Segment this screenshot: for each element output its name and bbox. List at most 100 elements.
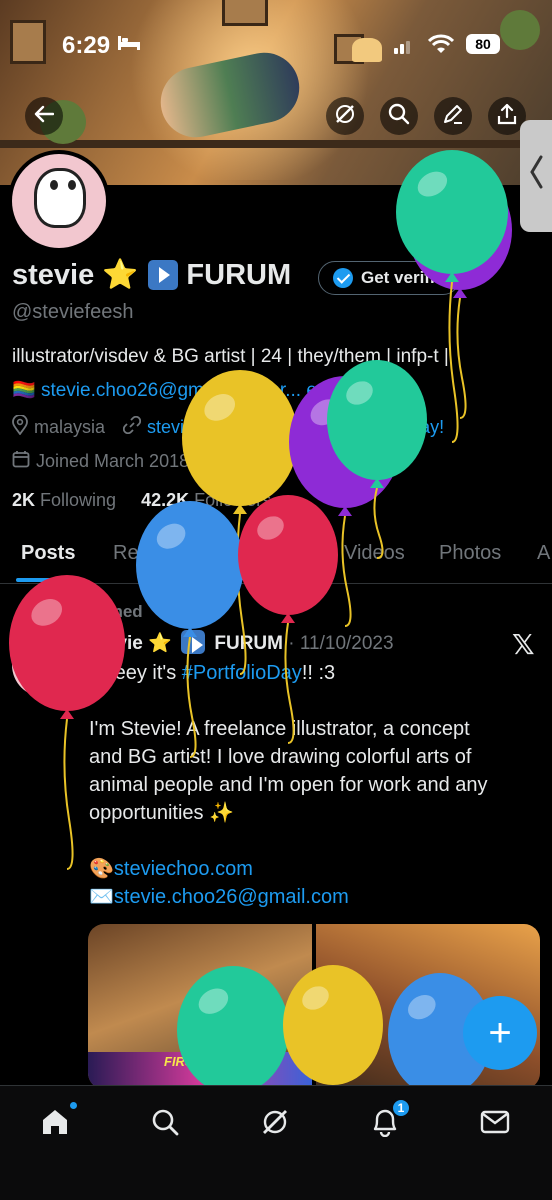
- pinned-text: Pinned: [86, 602, 143, 621]
- notification-badge: 1: [391, 1098, 411, 1118]
- battery-indicator: 80: [466, 34, 500, 54]
- plus-icon: +: [488, 1010, 512, 1055]
- profile-joined: Joined March 2018: [36, 451, 190, 471]
- tab-videos[interactable]: Videos: [344, 542, 405, 565]
- bottom-navigation: [0, 1085, 552, 1200]
- play-badge-icon: [181, 630, 206, 654]
- search-icon: [388, 103, 410, 130]
- grok-icon: [260, 1107, 290, 1142]
- post-text-line: Heeey it's #PortfolioDay!! :3: [89, 659, 335, 687]
- home-unread-dot: [70, 1102, 77, 1109]
- followers-label: Followers: [194, 490, 272, 510]
- following-label: Following: [40, 490, 117, 510]
- cellular-signal-icon: [394, 38, 414, 54]
- tab-replies[interactable]: Replies: [113, 542, 180, 565]
- pinned-label: Pinned: [60, 602, 143, 622]
- grok-button[interactable]: [326, 97, 364, 135]
- post-author-suffix[interactable]: FURUM: [214, 633, 283, 654]
- rainbow-flag-emoji: 🏳️‍🌈: [12, 380, 36, 401]
- post-image-title: FIRST BULLET: [164, 1054, 257, 1069]
- status-time: 6:29: [62, 32, 111, 59]
- post-author-name[interactable]: stevie ⭐: [89, 633, 172, 654]
- avatar-eye: [68, 180, 76, 190]
- back-button[interactable]: [25, 97, 63, 135]
- nav-messages[interactable]: [475, 1104, 515, 1144]
- edit-button[interactable]: [434, 97, 472, 135]
- followers-link[interactable]: 42.2K Followers: [141, 490, 271, 510]
- balloon: [396, 150, 508, 443]
- tab-highlights[interactable]: Highlights: [213, 542, 301, 565]
- home-icon: [40, 1107, 70, 1142]
- tab-articles[interactable]: A: [537, 542, 550, 565]
- avatar-image: [12, 154, 106, 248]
- post-media-grid[interactable]: FIRST BULLET: [88, 924, 540, 1089]
- edit-icon: [442, 103, 464, 130]
- banner-shelf: [0, 140, 552, 148]
- nav-search[interactable]: [145, 1104, 185, 1144]
- back-arrow-icon: [34, 105, 55, 128]
- share-icon: [496, 103, 518, 130]
- tab-posts[interactable]: Posts: [21, 542, 75, 565]
- envelope-emoji: ✉️: [89, 886, 114, 908]
- balloon: [289, 376, 401, 627]
- calendar-icon: [12, 450, 30, 473]
- avatar-eye: [50, 180, 58, 190]
- hashtag-link[interactable]: #PortfolioDay: [182, 662, 302, 684]
- followers-count: 42.2K: [141, 490, 190, 510]
- post-email-line: ✉️stevie.choo26@gmail.com: [89, 883, 349, 911]
- profile-handle: @steviefeesh: [12, 301, 134, 323]
- post-text-fragment: !! :3: [301, 662, 336, 684]
- search-button[interactable]: [380, 97, 418, 135]
- profile-website-link[interactable]: steviefeesh.carrd.co: [147, 417, 308, 438]
- bio-mention-link[interactable]: pr... eepystevie: [269, 380, 397, 401]
- get-verified-button[interactable]: Get verified: [318, 261, 460, 295]
- post-body-line: and BG artist! I love drawing colorful a…: [89, 746, 472, 768]
- nav-home[interactable]: [35, 1104, 75, 1144]
- search-icon: [151, 1108, 179, 1141]
- follow-counts: 2K Following 42.2K Followers: [12, 490, 271, 511]
- post-header: stevie ⭐ FURUM · 11/10/2023: [89, 630, 394, 655]
- post-body-line: I'm Stevie! A freelance illustrator, a c…: [89, 718, 470, 740]
- verified-check-icon: [333, 268, 353, 288]
- following-count: 2K: [12, 490, 36, 510]
- nav-grok[interactable]: [255, 1104, 295, 1144]
- pin-icon: [60, 604, 72, 618]
- tab-photos[interactable]: Photos: [439, 542, 501, 565]
- bio-line-1: illustrator/visdev & BG artist | 24 | th…: [12, 346, 449, 367]
- profile-name: stevie ⭐: [12, 259, 139, 291]
- profile-location: malaysia: [34, 417, 106, 437]
- bio-email-link[interactable]: stevie.choo26@gmail.com: [41, 380, 264, 401]
- chevron-left-icon: [529, 155, 543, 197]
- post-body-line: animal people and I'm open for work and …: [89, 774, 488, 796]
- link-icon: [122, 415, 142, 439]
- x-logo-icon: 𝕏: [512, 629, 535, 660]
- profile-meta-row: malaysia steviefeesh.carrd.co Happy birt…: [12, 414, 444, 440]
- post-text-fragment: Heeey it's: [89, 662, 182, 684]
- play-badge-icon: [148, 260, 179, 290]
- profile-tabs: Posts Replies Highlights Videos Photos A: [0, 530, 552, 584]
- profile-avatar[interactable]: [8, 150, 110, 252]
- bio-line-2: 🏳️‍🌈 stevie.choo26@gmail.com pr... eepys…: [12, 378, 397, 402]
- side-panel-handle[interactable]: [520, 120, 552, 232]
- avatar-character: [34, 168, 86, 228]
- compose-button[interactable]: +: [463, 996, 537, 1070]
- messages-icon: [480, 1109, 510, 1140]
- wifi-icon: [427, 34, 455, 54]
- active-tab-indicator: [16, 578, 82, 582]
- profile-name-row: stevie ⭐ FURUM: [12, 258, 291, 292]
- post-date[interactable]: · 11/10/2023: [288, 633, 393, 654]
- profile-joined-row: Joined March 2018: [12, 450, 189, 473]
- post-website-link[interactable]: steviechoo.com: [114, 858, 253, 880]
- following-link[interactable]: 2K Following: [12, 490, 116, 510]
- palette-emoji: 🎨: [89, 858, 114, 880]
- grok-icon: [334, 103, 356, 130]
- post-author-avatar[interactable]: [12, 633, 76, 697]
- sleep-focus-icon: [118, 34, 140, 55]
- status-bar: 6:29 80: [0, 0, 552, 90]
- birthday-link[interactable]: Happy birthday!: [318, 417, 444, 438]
- post-email-link[interactable]: stevie.choo26@gmail.com: [114, 886, 349, 908]
- location-icon: [12, 414, 28, 440]
- post-website-line: 🎨steviechoo.com: [89, 855, 253, 883]
- profile-name-suffix: FURUM: [186, 258, 292, 291]
- post-body-line: opportunities ✨: [89, 802, 234, 824]
